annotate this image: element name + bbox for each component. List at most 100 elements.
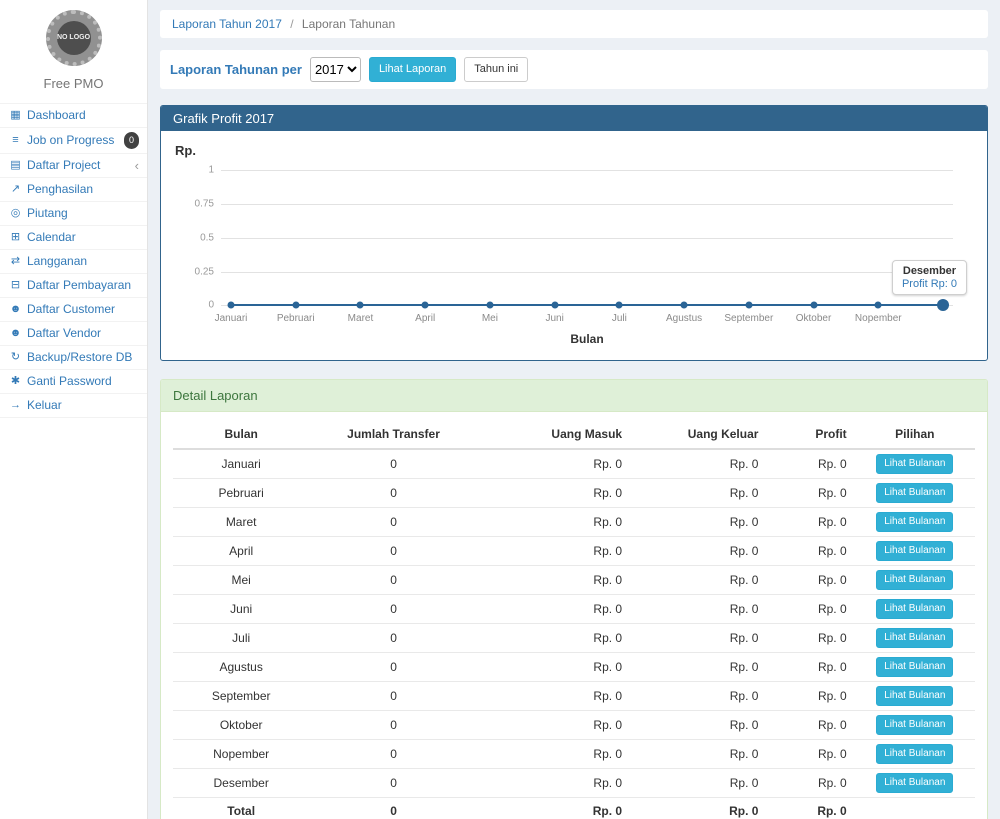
cell-profit: Rp. 0 — [766, 769, 854, 798]
cell-uang_masuk: Rp. 0 — [478, 508, 630, 537]
tooltip-value: Profit Rp: 0 — [902, 278, 957, 290]
column-header: Pilihan — [855, 420, 975, 449]
lihat-bulanan-button[interactable]: Lihat Bulanan — [876, 483, 953, 503]
x-axis-label: Maret — [348, 313, 374, 324]
y-tick-label: 0.75 — [195, 199, 214, 210]
lihat-bulanan-button[interactable]: Lihat Bulanan — [876, 744, 953, 764]
cell-uang_keluar: Rp. 0 — [630, 479, 766, 508]
sidebar-item-daftar-customer[interactable]: ☻Daftar Customer — [0, 298, 147, 322]
cell-pilihan: Lihat Bulanan — [855, 682, 975, 711]
data-point-januari[interactable] — [228, 302, 235, 309]
brand-name: Free PMO — [0, 76, 147, 91]
cell-jumlah_transfer: 0 — [309, 653, 477, 682]
x-axis-label: April — [415, 313, 435, 324]
data-point-maret[interactable] — [357, 302, 364, 309]
lihat-bulanan-button[interactable]: Lihat Bulanan — [876, 570, 953, 590]
table-header-row: BulanJumlah TransferUang MasukUang Kelua… — [173, 420, 975, 449]
subscription-icon: ⇄ — [8, 254, 23, 269]
sidebar-item-job-on-progress[interactable]: ≡Job on Progress0 — [0, 128, 147, 154]
sidebar-item-keluar[interactable]: →Keluar — [0, 394, 147, 418]
tooltip-title: Desember — [902, 265, 957, 277]
sidebar-item-penghasilan[interactable]: ↗ Penghasilan — [0, 178, 147, 202]
column-header: Bulan — [173, 420, 309, 449]
lihat-bulanan-button[interactable]: Lihat Bulanan — [876, 686, 953, 706]
x-axis-label: Juli — [612, 313, 627, 324]
cell-profit: Rp. 0 — [766, 595, 854, 624]
lihat-laporan-button[interactable]: Lihat Laporan — [369, 57, 456, 82]
cell-pilihan: Lihat Bulanan — [855, 624, 975, 653]
main-content: Laporan Tahun 2017 / Laporan Tahunan Lap… — [148, 0, 1000, 819]
sidebar-item-daftar-pembayaran[interactable]: ⊟Daftar Pembayaran — [0, 274, 147, 298]
cell-pilihan: Lihat Bulanan — [855, 508, 975, 537]
year-select[interactable]: 2017 — [310, 57, 361, 82]
cell-profit: Rp. 0 — [766, 740, 854, 769]
cell-uang_keluar: Rp. 0 — [630, 508, 766, 537]
lihat-bulanan-button[interactable]: Lihat Bulanan — [876, 454, 953, 474]
cell-jumlah_transfer: 0 — [309, 537, 477, 566]
sidebar-item-label: Penghasilan — [27, 182, 139, 197]
lihat-bulanan-button[interactable]: Lihat Bulanan — [876, 715, 953, 735]
sidebar-item-dashboard[interactable]: ▦Dashboard — [0, 104, 147, 128]
table-body: Januari0Rp. 0Rp. 0Rp. 0Lihat BulananPebr… — [173, 449, 975, 819]
sidebar-item-label: Daftar Pembayaran — [27, 278, 139, 293]
data-point-mei[interactable] — [486, 302, 493, 309]
data-point-juni[interactable] — [551, 302, 558, 309]
sidebar-item-piutang[interactable]: ◎Piutang — [0, 202, 147, 226]
detail-report-panel: Detail Laporan BulanJumlah TransferUang … — [160, 379, 988, 819]
breadcrumb-separator: / — [290, 17, 293, 31]
data-point-oktober[interactable] — [810, 302, 817, 309]
cell-bulan: Nopember — [173, 740, 309, 769]
data-point-pebruari[interactable] — [292, 302, 299, 309]
data-point-agustus[interactable] — [681, 302, 688, 309]
sidebar-item-daftar-vendor[interactable]: ☻Daftar Vendor — [0, 322, 147, 346]
cell-bulan: Oktober — [173, 711, 309, 740]
sidebar-item-backup-restore-db[interactable]: ↻Backup/Restore DB — [0, 346, 147, 370]
cell-profit: Rp. 0 — [766, 711, 854, 740]
cell-jumlah_transfer: 0 — [309, 479, 477, 508]
lihat-bulanan-button[interactable]: Lihat Bulanan — [876, 628, 953, 648]
sidebar-item-label: Dashboard — [27, 108, 139, 123]
cell-uang_masuk: Rp. 0 — [478, 595, 630, 624]
cell-jumlah_transfer: 0 — [309, 711, 477, 740]
lihat-bulanan-button[interactable]: Lihat Bulanan — [876, 773, 953, 793]
report-table-wrap: BulanJumlah TransferUang MasukUang Kelua… — [161, 412, 987, 819]
table-row: Agustus0Rp. 0Rp. 0Rp. 0Lihat Bulanan — [173, 653, 975, 682]
cell-pilihan: Lihat Bulanan — [855, 653, 975, 682]
cell-pilihan: Lihat Bulanan — [855, 595, 975, 624]
cell-profit: Rp. 0 — [766, 682, 854, 711]
x-axis-title: Bulan — [221, 332, 953, 346]
cell-profit: Rp. 0 — [766, 508, 854, 537]
vendors-icon: ☻ — [8, 326, 23, 341]
tahun-ini-button[interactable]: Tahun ini — [464, 57, 528, 82]
x-axis-labels: JanuariPebruariMaretAprilMeiJuniJuliAgus… — [221, 313, 953, 327]
data-point-september[interactable] — [745, 302, 752, 309]
data-point-juli[interactable] — [616, 302, 623, 309]
data-point-nopember[interactable] — [875, 302, 882, 309]
cell-uang_masuk: Rp. 0 — [478, 682, 630, 711]
total-uang_keluar: Rp. 0 — [630, 798, 766, 819]
breadcrumb-link[interactable]: Laporan Tahun 2017 — [172, 17, 282, 31]
cell-uang_masuk: Rp. 0 — [478, 449, 630, 479]
sidebar-item-label: Ganti Password — [27, 374, 139, 389]
x-axis-label: Agustus — [666, 313, 702, 324]
sidebar-item-daftar-project[interactable]: ▤Daftar Project‹ — [0, 154, 147, 178]
income-chart-icon: ↗ — [8, 182, 23, 197]
data-point-april[interactable] — [422, 302, 429, 309]
no-logo-text: NO LOGO — [57, 21, 91, 55]
lihat-bulanan-button[interactable]: Lihat Bulanan — [876, 512, 953, 532]
lihat-bulanan-button[interactable]: Lihat Bulanan — [876, 599, 953, 619]
cell-uang_keluar: Rp. 0 — [630, 449, 766, 479]
sidebar-item-ganti-password[interactable]: ✱Ganti Password — [0, 370, 147, 394]
cell-uang_masuk: Rp. 0 — [478, 711, 630, 740]
total-uang_masuk: Rp. 0 — [478, 798, 630, 819]
breadcrumb-current: Laporan Tahunan — [302, 17, 395, 31]
table-row: Pebruari0Rp. 0Rp. 0Rp. 0Lihat Bulanan — [173, 479, 975, 508]
data-point-desember[interactable] — [937, 299, 949, 311]
breadcrumb: Laporan Tahun 2017 / Laporan Tahunan — [160, 10, 988, 38]
customers-icon: ☻ — [8, 302, 23, 317]
sidebar-item-calendar[interactable]: ⊞Calendar — [0, 226, 147, 250]
cell-bulan: Desember — [173, 769, 309, 798]
lihat-bulanan-button[interactable]: Lihat Bulanan — [876, 541, 953, 561]
sidebar-item-langganan[interactable]: ⇄Langganan — [0, 250, 147, 274]
lihat-bulanan-button[interactable]: Lihat Bulanan — [876, 657, 953, 677]
